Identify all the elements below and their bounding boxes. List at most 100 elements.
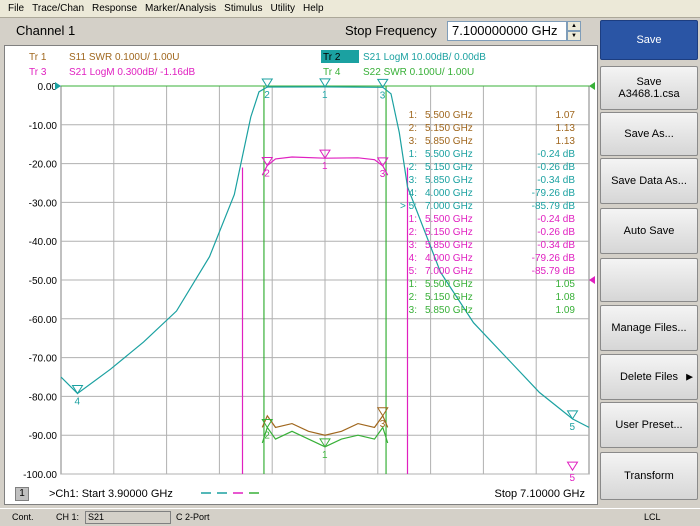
menu-trace-chan[interactable]: Trace/Chan <box>28 3 88 14</box>
trace-legend-text: S11 SWR 0.100U/ 1.00U <box>69 52 179 63</box>
marker-table-freq: 4.000 GHz <box>425 188 473 199</box>
y-tick-label: -100.00 <box>23 470 57 481</box>
marker-table-freq: 7.000 GHz <box>425 266 473 277</box>
softkey-delete-files[interactable]: Delete Files ▶ <box>600 354 698 400</box>
marker-table-freq: 5.150 GHz <box>425 292 473 303</box>
marker-table-value: 1.07 <box>556 110 576 121</box>
softkey-label: Save <box>636 34 662 46</box>
trace-legend-id: Tr 2 <box>323 52 341 63</box>
marker-table-value: -0.34 dB <box>537 240 575 251</box>
menu-bar: File Trace/Chan Response Marker/Analysis… <box>0 0 700 18</box>
start-frequency-label: >Ch1: Start 3.90000 GHz <box>49 488 173 500</box>
marker-table-freq: 5.850 GHz <box>425 175 473 186</box>
channel-number-badge: 1 <box>15 487 29 501</box>
status-channel: CH 1: <box>56 512 80 522</box>
menu-file[interactable]: File <box>4 3 28 14</box>
trace-legend-text: S22 SWR 0.100U/ 1.00U <box>363 67 474 78</box>
marker-table-value: 1.05 <box>556 279 576 290</box>
marker-table-freq: 4.000 GHz <box>425 253 473 264</box>
marker-table-value: 1.09 <box>556 305 576 316</box>
marker-table-id: 3: <box>409 136 417 147</box>
marker-table-value: -0.34 dB <box>537 175 575 186</box>
marker-table-value: 1.08 <box>556 292 576 303</box>
y-tick-label: -90.00 <box>29 431 58 442</box>
marker-table-freq: 5.500 GHz <box>425 279 473 290</box>
marker-table-value: 1.13 <box>556 123 576 134</box>
stop-frequency-spinner[interactable]: ▲ ▼ <box>567 21 581 41</box>
menu-stimulus[interactable]: Stimulus <box>220 3 266 14</box>
marker-table-freq: 5.850 GHz <box>425 305 473 316</box>
softkey-label: Manage Files... <box>611 322 687 334</box>
marker-table-freq: 5.500 GHz <box>425 149 473 160</box>
softkey-save-as[interactable]: Save As... <box>600 112 698 156</box>
menu-response[interactable]: Response <box>88 3 141 14</box>
analyzer-window: File Trace/Chan Response Marker/Analysis… <box>0 0 700 526</box>
y-tick-label: 0.00 <box>38 82 58 93</box>
marker-tr3-2-label: 2 <box>264 169 270 180</box>
marker-table-id: 2: <box>409 292 417 303</box>
marker-table-value: -79.26 dB <box>532 253 576 264</box>
menu-utility[interactable]: Utility <box>267 3 299 14</box>
y-tick-label: -70.00 <box>29 354 58 365</box>
marker-table-id: 2: <box>409 162 417 173</box>
status-trace: S21 <box>85 511 171 524</box>
marker-table-freq: 5.150 GHz <box>425 123 473 134</box>
marker-tr3-1-label: 1 <box>322 161 328 172</box>
marker-tr3-5-label: 5 <box>570 473 576 484</box>
softkey-panel: Save Save A3468.1.csa Save As... Save Data A… <box>598 18 700 508</box>
marker-tr2-5-label: 5 <box>570 422 576 433</box>
softkey-transform[interactable]: Transform <box>600 452 698 500</box>
softkey-label: Save Data As... <box>611 175 687 187</box>
menu-help[interactable]: Help <box>299 3 328 14</box>
marker-table-id: 4: <box>409 253 417 264</box>
trace-legend-text: S21 LogM 10.00dB/ 0.00dB <box>363 52 486 63</box>
trace-legend-id: Tr 4 <box>323 67 341 78</box>
marker-table-id: 1: <box>409 214 417 225</box>
softkey-save-file[interactable]: Save A3468.1.csa <box>600 66 698 110</box>
marker-tr2-3-label: 3 <box>380 90 386 101</box>
marker-table-freq: 5.150 GHz <box>425 227 473 238</box>
marker-table-freq: 5.500 GHz <box>425 110 473 121</box>
marker-table-freq: 5.850 GHz <box>425 136 473 147</box>
spin-down-icon[interactable]: ▼ <box>567 31 581 41</box>
stop-frequency-input[interactable]: 7.100000000 GHz <box>447 21 567 41</box>
y-tick-label: -10.00 <box>29 121 58 132</box>
softkey-blank[interactable] <box>600 258 698 302</box>
softkey-label: User Preset... <box>615 419 683 431</box>
marker-table-id: 2: <box>409 123 417 134</box>
y-tick-label: -20.00 <box>29 160 58 171</box>
marker-table-id: 3: <box>409 240 417 251</box>
marker-table-value: -0.26 dB <box>537 227 575 238</box>
marker-table-value: -0.24 dB <box>537 149 575 160</box>
trace-legend-id: Tr 3 <box>29 67 47 78</box>
marker-table-value: -85.79 dB <box>532 266 576 277</box>
reference-right-icon <box>589 276 595 284</box>
marker-table-id: 1: <box>409 110 417 121</box>
softkey-label: Save <box>636 76 662 88</box>
marker-tr4-1-label: 1 <box>322 450 328 461</box>
marker-table-id: 2: <box>409 227 417 238</box>
marker-tr2-2-label: 2 <box>264 90 270 101</box>
softkey-label: Transform <box>624 470 674 482</box>
softkey-manage-files[interactable]: Manage Files... <box>600 305 698 351</box>
spin-up-icon[interactable]: ▲ <box>567 21 581 31</box>
softkey-save-data-as[interactable]: Save Data As... <box>600 158 698 204</box>
softkey-auto-save[interactable]: Auto Save <box>600 208 698 254</box>
softkey-user-preset[interactable]: User Preset... <box>600 402 698 448</box>
y-tick-label: -80.00 <box>29 392 58 403</box>
menu-marker-analysis[interactable]: Marker/Analysis <box>141 3 220 14</box>
y-tick-label: -60.00 <box>29 315 58 326</box>
stop-frequency-footer-label: Stop 7.10000 GHz <box>494 488 585 500</box>
status-lcl: LCL <box>644 512 661 522</box>
marker-tr2-4-label: 4 <box>75 397 81 408</box>
stop-frequency-label: Stop Frequency <box>345 23 437 38</box>
y-tick-label: -40.00 <box>29 237 58 248</box>
marker-table-freq: 5.150 GHz <box>425 162 473 173</box>
marker-table-id: 3: <box>409 305 417 316</box>
marker-table-value: -79.26 dB <box>532 188 576 199</box>
submenu-arrow-icon: ▶ <box>686 371 693 382</box>
y-tick-label: -30.00 <box>29 198 58 209</box>
softkey-label: Save As... <box>624 128 674 140</box>
softkey-save[interactable]: Save <box>600 20 698 60</box>
y-tick-label: -50.00 <box>29 276 58 287</box>
